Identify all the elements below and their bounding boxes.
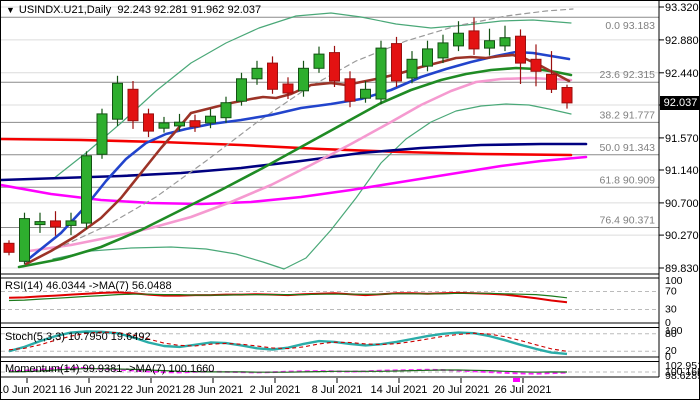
candle-body (174, 121, 185, 127)
price-axis-label: 92.880 (665, 35, 699, 47)
price-axis-label: 91.570 (665, 133, 699, 145)
candle-body (205, 115, 216, 124)
time-axis-label: 16 Jun 2021 (59, 384, 120, 396)
candle-body (96, 113, 108, 155)
candle-body (468, 30, 480, 50)
candle-body (127, 88, 139, 122)
time-axis-label: 28 Jun 2021 (183, 384, 244, 396)
candle-body (375, 47, 387, 100)
candle-body (499, 37, 511, 47)
fib-level-label: 23.6 92.315 (600, 69, 656, 81)
fib-level-label: 76.4 90.371 (600, 215, 656, 227)
rsi-scale-label: 30 (665, 304, 677, 316)
candle-body (19, 218, 30, 262)
candle-body (298, 67, 309, 92)
stochastic-indicator-label: Stoch(5,3,3) 10.7950 19.6492 (5, 331, 151, 343)
momentum-scale-label: 98.6289 (665, 370, 700, 382)
price-axis-label: 90.700 (665, 198, 699, 210)
time-axis-label: 20 Jul 2021 (433, 384, 490, 396)
candle-body (158, 122, 170, 129)
price-axis-label: 90.270 (665, 230, 699, 242)
candle-body (313, 53, 325, 69)
candle-body (251, 67, 263, 80)
candle-body (484, 40, 495, 49)
candle-body (546, 73, 557, 90)
momentum-indicator-label: Momentum(14) 99.9381 ->MA(7) 100.1660 (5, 363, 215, 375)
candle-body (143, 113, 154, 132)
ema-maroon (24, 53, 571, 266)
rsi-indicator-label: RSI(14) 46.0344 ->MA(7) 56.0488 (5, 280, 172, 292)
rsi-scale-label: 70 (665, 286, 677, 298)
candle-body (112, 82, 123, 120)
time-axis-label: 26 Jul 2021 (495, 384, 552, 396)
price-axis-label: 89.830 (665, 263, 699, 275)
current-price-badge: 92.037 (660, 96, 699, 110)
candle-body (236, 78, 247, 102)
fib-level-label: 0.0 93.183 (605, 20, 655, 32)
candle-body (81, 155, 92, 224)
candle-body (220, 102, 232, 119)
chart-title-bar: ▼ USINDX.U21,Daily 92.243 92.281 91.962 9… (6, 4, 261, 16)
candle-body (282, 83, 294, 94)
symbol-period-label: USINDX.U21,Daily (18, 4, 112, 16)
chart-window: 93.320 92.880 92.440 91.570 91.140 90.700 90.2… (0, 0, 700, 400)
candle-body (267, 62, 278, 90)
candle-body (34, 221, 46, 226)
fib-level-label: 38.2 91.777 (600, 109, 656, 121)
candle-body (422, 48, 433, 67)
candle-body (453, 32, 464, 47)
fib-level-label: 61.8 90.909 (600, 174, 656, 186)
ohlc-readout: 92.243 92.281 91.962 92.037 (117, 4, 262, 16)
candle-body (515, 35, 526, 64)
time-axis-label: 10 Jun 2021 (1, 384, 57, 396)
candle-body (360, 88, 371, 99)
time-axis-label: 2 Jul 2021 (250, 384, 301, 396)
candle-body (344, 78, 356, 102)
candle-body (3, 242, 15, 253)
candle-body (50, 220, 61, 228)
fib-level-label: 50.0 91.343 (600, 142, 656, 154)
price-axis-label: 92.440 (665, 68, 699, 80)
candle-body (329, 52, 340, 82)
price-axis-label: 91.140 (665, 165, 699, 177)
time-axis-label: 8 Jul 2021 (312, 384, 363, 396)
symbol-dropdown-icon[interactable]: ▼ (6, 5, 15, 15)
candle-body (391, 43, 402, 82)
object-anchor-marker (513, 378, 520, 382)
candle-body (406, 58, 418, 79)
stochastic-scale-label: 80 (665, 328, 677, 340)
ema-blue (24, 50, 571, 263)
candle-body (65, 220, 77, 226)
candle-body (530, 58, 542, 72)
time-axis-label: 22 Jun 2021 (121, 384, 182, 396)
candle-body (189, 120, 201, 128)
candle-body (561, 87, 573, 104)
candle-body (437, 42, 449, 59)
trendline-dashed (55, 8, 574, 250)
time-axis-label: 14 Jul 2021 (371, 384, 428, 396)
price-axis-label: 93.320 (665, 2, 699, 14)
sma-lightpink (27, 76, 573, 253)
